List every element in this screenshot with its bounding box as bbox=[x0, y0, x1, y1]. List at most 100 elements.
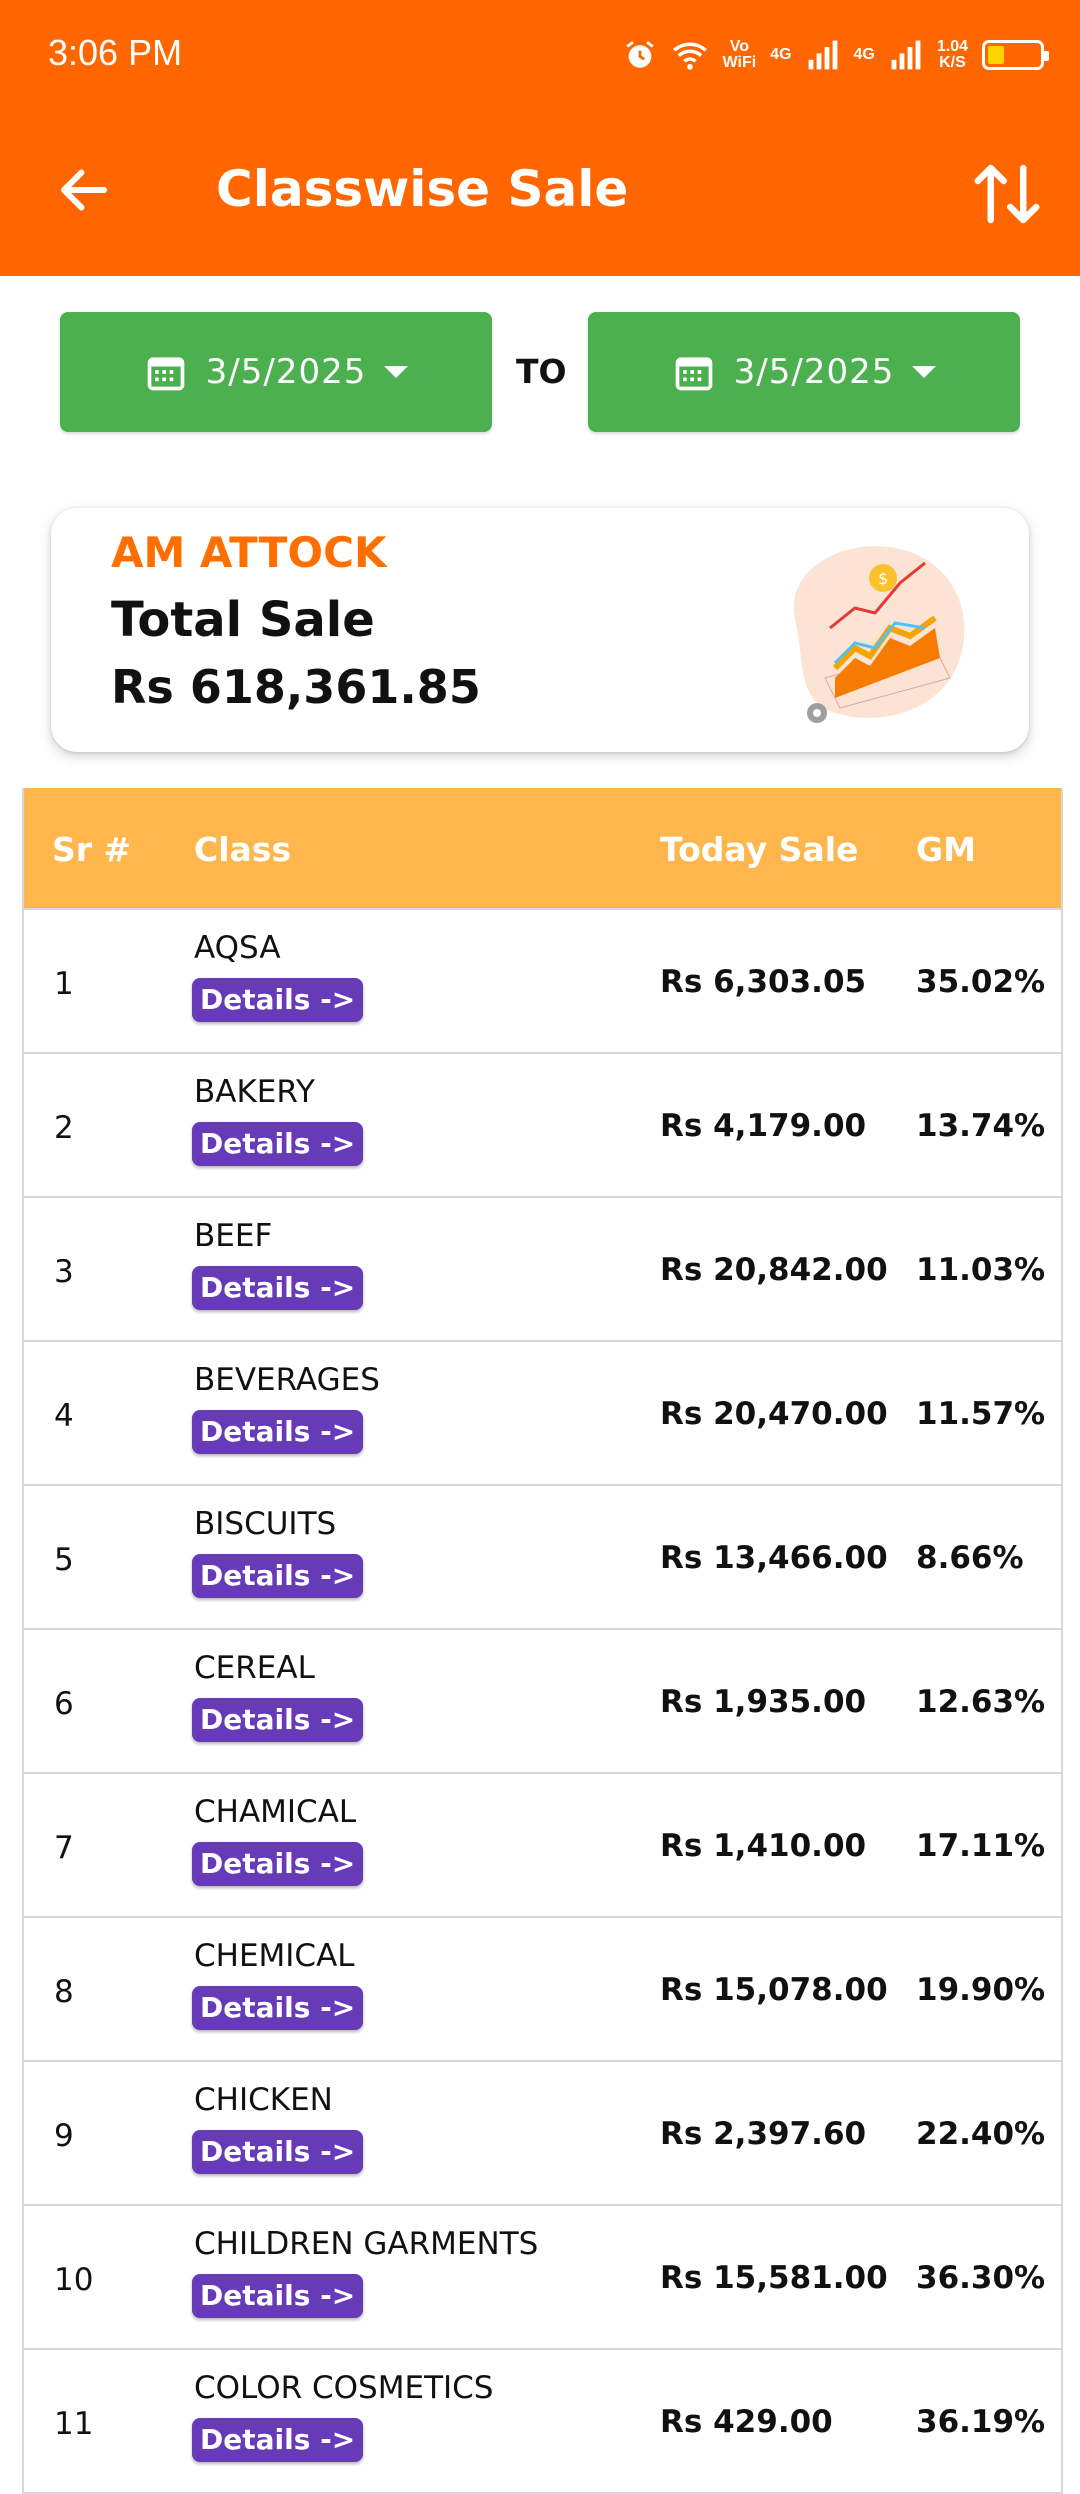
status-bar: 3:06 PM Vo WiFi 4G 4G 1.04 K/S bbox=[0, 0, 1080, 110]
signal-icon-2 bbox=[891, 40, 921, 70]
details-button[interactable]: Details -> bbox=[192, 1698, 364, 1742]
row-today-sale: Rs 13,466.00 bbox=[660, 1540, 888, 1576]
table-row: 4 BEVERAGES Details -> Rs 20,470.00 11.5… bbox=[24, 1342, 1061, 1486]
details-button[interactable]: Details -> bbox=[192, 1122, 364, 1166]
status-icons: Vo WiFi 4G 4G 1.04 K/S bbox=[623, 30, 1049, 80]
chevron-down-icon bbox=[384, 366, 409, 378]
row-gm: 11.03% bbox=[916, 1252, 1046, 1288]
row-gm: 22.40% bbox=[916, 2116, 1046, 2152]
wifi-icon bbox=[672, 42, 707, 70]
row-sr: 2 bbox=[54, 1110, 74, 1146]
table-row: 8 CHEMICAL Details -> Rs 15,078.00 19.90… bbox=[24, 1918, 1061, 2062]
table-row: 9 CHICKEN Details -> Rs 2,397.60 22.40% bbox=[24, 2062, 1061, 2206]
row-today-sale: Rs 1,410.00 bbox=[660, 1828, 867, 1864]
row-gm: 12.63% bbox=[916, 1684, 1046, 1720]
details-button[interactable]: Details -> bbox=[192, 1842, 364, 1886]
row-today-sale: Rs 2,397.60 bbox=[660, 2116, 867, 2152]
header-sr: Sr # bbox=[52, 830, 132, 869]
status-time: 3:06 PM bbox=[48, 32, 183, 73]
branch-name: AM ATTOCK bbox=[111, 528, 387, 577]
row-sr: 7 bbox=[54, 1830, 74, 1866]
row-today-sale: Rs 20,842.00 bbox=[660, 1252, 888, 1288]
details-button[interactable]: Details -> bbox=[192, 2274, 364, 2318]
details-button[interactable]: Details -> bbox=[192, 1986, 364, 2030]
row-class: CHILDREN GARMENTS bbox=[194, 2226, 539, 2262]
table-row: 2 BAKERY Details -> Rs 4,179.00 13.74% bbox=[24, 1054, 1061, 1198]
date-from-button[interactable]: 3/5/2025 bbox=[60, 312, 492, 432]
details-button[interactable]: Details -> bbox=[192, 1266, 364, 1310]
date-from-value: 3/5/2025 bbox=[205, 352, 367, 392]
row-sr: 5 bbox=[54, 1542, 74, 1578]
row-sr: 1 bbox=[54, 966, 74, 1002]
table-row: 7 CHAMICAL Details -> Rs 1,410.00 17.11% bbox=[24, 1774, 1061, 1918]
row-gm: 8.66% bbox=[916, 1540, 1024, 1576]
details-button[interactable]: Details -> bbox=[192, 2130, 364, 2174]
row-gm: 11.57% bbox=[916, 1396, 1046, 1432]
row-gm: 19.90% bbox=[916, 1972, 1046, 2008]
row-today-sale: Rs 20,470.00 bbox=[660, 1396, 888, 1432]
svg-text:$: $ bbox=[878, 569, 888, 588]
table-row: 1 AQSA Details -> Rs 6,303.05 35.02% bbox=[24, 910, 1061, 1054]
calendar-icon bbox=[147, 357, 184, 391]
network-1-label: 4G bbox=[770, 46, 792, 63]
summary-card: AM ATTOCK Total Sale Rs 618,361.85 $ bbox=[51, 508, 1029, 752]
table-row: 6 CEREAL Details -> Rs 1,935.00 12.63% bbox=[24, 1630, 1061, 1774]
row-sr: 11 bbox=[54, 2406, 94, 2442]
table-row: 10 CHILDREN GARMENTS Details -> Rs 15,58… bbox=[24, 2206, 1061, 2350]
app-bar: 3:06 PM Vo WiFi 4G 4G 1.04 K/S Classwise… bbox=[0, 0, 1080, 276]
signal-icon bbox=[808, 40, 837, 70]
row-class: CEREAL bbox=[194, 1650, 315, 1686]
row-class: BAKERY bbox=[194, 1074, 315, 1110]
row-gm: 35.02% bbox=[916, 964, 1046, 1000]
row-gm: 13.74% bbox=[916, 1108, 1046, 1144]
row-today-sale: Rs 429.00 bbox=[660, 2404, 833, 2440]
chevron-down-icon bbox=[912, 366, 937, 378]
row-gm: 36.19% bbox=[916, 2404, 1046, 2440]
row-sr: 8 bbox=[54, 1974, 74, 2010]
table-header: Sr # Class Today Sale GM bbox=[24, 788, 1061, 910]
net-speed: 1.04 K/S bbox=[936, 38, 968, 71]
row-class: CHEMICAL bbox=[194, 1938, 355, 1974]
date-to-value: 3/5/2025 bbox=[733, 352, 895, 392]
row-today-sale: Rs 15,581.00 bbox=[660, 2260, 888, 2296]
date-to-button[interactable]: 3/5/2025 bbox=[588, 312, 1020, 432]
row-sr: 4 bbox=[54, 1398, 74, 1434]
sort-arrows-icon[interactable] bbox=[968, 155, 1046, 233]
row-gm: 36.30% bbox=[916, 2260, 1046, 2296]
classwise-sale-table: Sr # Class Today Sale GM 1 AQSA Details … bbox=[22, 788, 1063, 2494]
row-class: BEVERAGES bbox=[194, 1362, 380, 1398]
details-button[interactable]: Details -> bbox=[192, 1410, 364, 1454]
row-sr: 9 bbox=[54, 2118, 74, 2154]
row-class: CHAMICAL bbox=[194, 1794, 357, 1830]
header-gm: GM bbox=[916, 830, 976, 869]
row-today-sale: Rs 6,303.05 bbox=[660, 964, 867, 1000]
row-today-sale: Rs 1,935.00 bbox=[660, 1684, 867, 1720]
total-sale-label: Total Sale bbox=[111, 592, 375, 648]
row-sr: 6 bbox=[54, 1686, 74, 1722]
table-row: 3 BEEF Details -> Rs 20,842.00 11.03% bbox=[24, 1198, 1061, 1342]
header-today-sale: Today Sale bbox=[660, 830, 859, 869]
details-button[interactable]: Details -> bbox=[192, 978, 364, 1022]
page-title: Classwise Sale bbox=[216, 160, 629, 218]
sales-chart-illustration: $ bbox=[793, 546, 965, 723]
row-sr: 3 bbox=[54, 1254, 74, 1290]
alarm-icon bbox=[625, 41, 654, 68]
details-button[interactable]: Details -> bbox=[192, 1554, 364, 1598]
row-class: CHICKEN bbox=[194, 2082, 333, 2118]
volte-label: Vo WiFi bbox=[722, 38, 757, 71]
row-today-sale: Rs 15,078.00 bbox=[660, 1972, 888, 2008]
row-class: BEEF bbox=[194, 1218, 273, 1254]
table-row: 5 BISCUITS Details -> Rs 13,466.00 8.66% bbox=[24, 1486, 1061, 1630]
row-class: COLOR COSMETICS bbox=[194, 2370, 494, 2406]
row-gm: 17.11% bbox=[916, 1828, 1046, 1864]
arrow-left-icon[interactable] bbox=[54, 160, 114, 220]
table-row: 11 COLOR COSMETICS Details -> Rs 429.00 … bbox=[24, 2350, 1061, 2494]
row-class: BISCUITS bbox=[194, 1506, 337, 1542]
details-button[interactable]: Details -> bbox=[192, 2418, 364, 2462]
header-class: Class bbox=[194, 830, 292, 869]
row-sr: 10 bbox=[54, 2262, 94, 2298]
network-2-label: 4G bbox=[853, 46, 875, 63]
battery-icon bbox=[982, 40, 1049, 70]
total-sale-amount: Rs 618,361.85 bbox=[111, 660, 481, 714]
calendar-icon bbox=[675, 357, 712, 391]
